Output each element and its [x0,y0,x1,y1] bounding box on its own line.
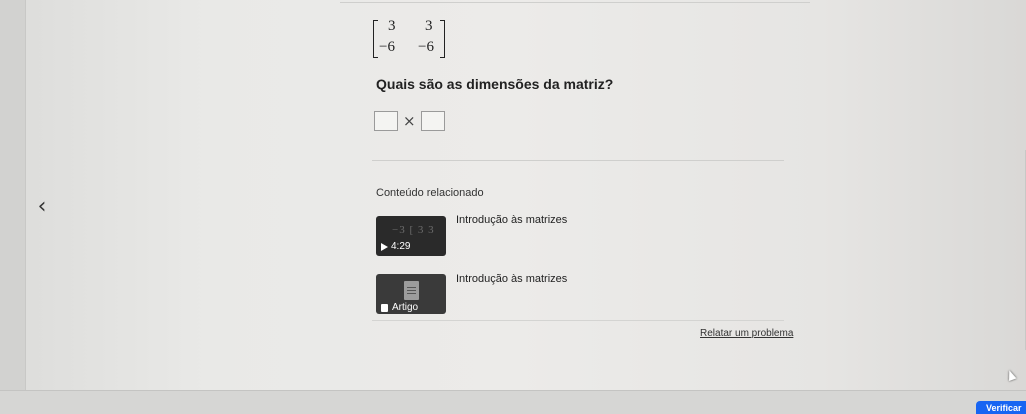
article-icon [381,304,388,312]
times-symbol: × [403,112,416,130]
previous-button[interactable]: ‹ [28,195,56,219]
play-icon [381,243,388,251]
related-video-title[interactable]: Introdução às matrizes [456,214,567,226]
related-content-heading: Conteúdo relacionado [376,187,484,199]
video-duration: 4:29 [391,241,411,252]
matrix-right-bracket [440,20,445,58]
thumbnail-art: −3 [ 3 3 [392,224,435,236]
dimension-answer: × [374,111,445,131]
matrix-cell: 3 [425,18,433,34]
divider [372,320,784,321]
matrix-cell: −6 [418,39,434,55]
question-text: Quais são as dimensões da matriz? [376,76,614,92]
rows-input[interactable] [374,111,398,131]
video-thumbnail[interactable]: −3 [ 3 3 4:29 [376,216,446,256]
mouse-cursor-icon [1005,368,1017,382]
report-problem-link[interactable]: Relatar um problema [700,328,793,339]
article-thumbnail[interactable]: Artigo [376,274,446,314]
document-icon [404,281,419,300]
top-divider [340,2,810,3]
divider [372,160,784,161]
verify-button[interactable]: Verificar [976,401,1026,414]
bottom-bar [0,390,1026,414]
matrix-cell: 3 [388,18,396,34]
matrix: 3 3 −6 −6 [373,18,445,60]
chevron-left-icon: ‹ [37,194,47,219]
related-article-title[interactable]: Introdução às matrizes [456,273,567,285]
progress-dots [930,408,960,412]
matrix-cell: −6 [379,39,395,55]
article-badge: Artigo [392,302,419,313]
left-panel [0,0,26,414]
columns-input[interactable] [420,111,445,131]
matrix-left-bracket [373,20,378,58]
